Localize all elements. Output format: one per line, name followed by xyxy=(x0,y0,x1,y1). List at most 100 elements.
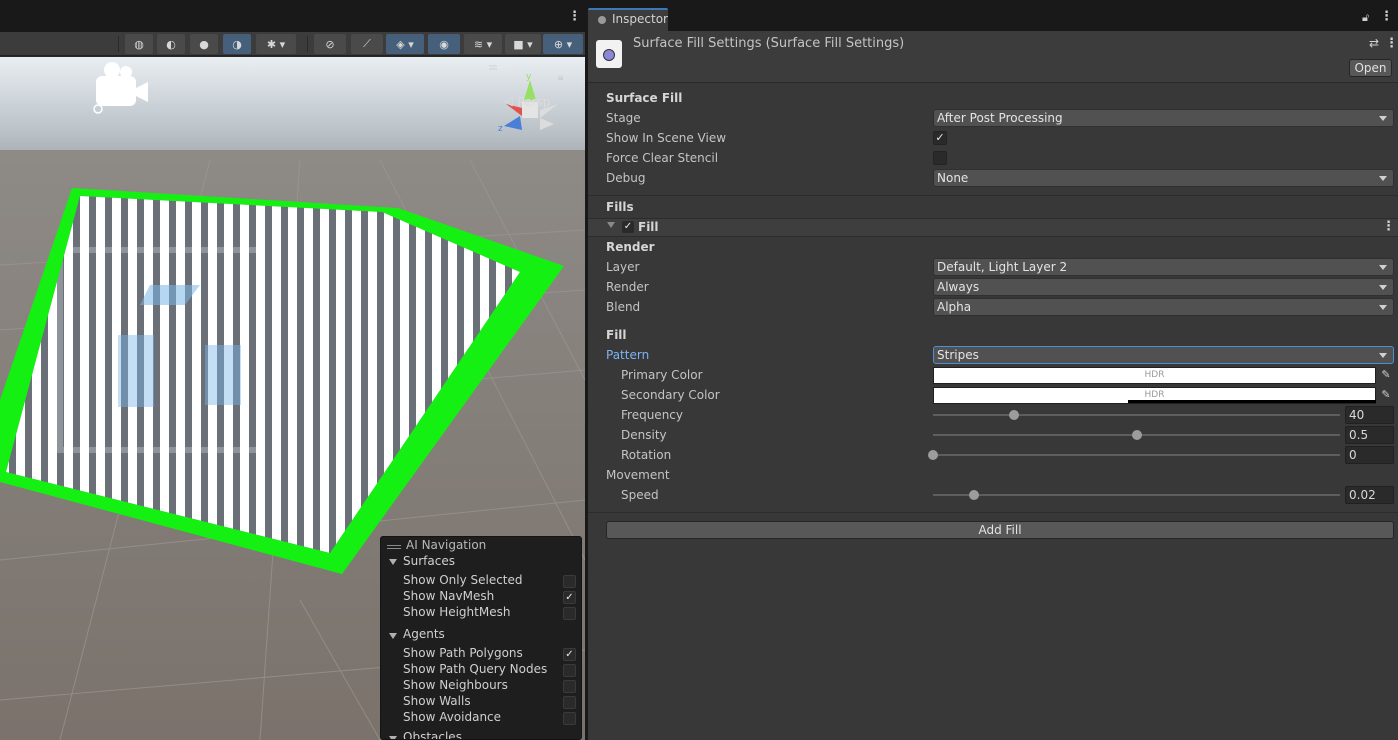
rotation-slider-knob[interactable] xyxy=(928,450,938,460)
density-field[interactable]: 0.5 xyxy=(1345,426,1394,444)
show-path-query-nodes-checkbox[interactable] xyxy=(563,664,576,677)
speed-field[interactable]: 0.02 xyxy=(1345,486,1394,504)
visibility-icon[interactable]: ◉ xyxy=(428,34,460,54)
add-fill-button[interactable]: Add Fill xyxy=(606,521,1394,539)
hdr-label: HDR xyxy=(1144,370,1165,380)
debug-dropdown[interactable]: None xyxy=(933,169,1394,187)
scene-menu-icon[interactable]: ⋮ xyxy=(568,9,581,24)
inspector-panel: Inspector 🔓︎ ⋮ Surface Fill Settings (Su… xyxy=(588,0,1398,740)
chevron-down-icon xyxy=(1379,265,1387,270)
show-walls-label: Show Walls xyxy=(403,694,471,708)
show-neighbours-checkbox[interactable] xyxy=(563,680,576,693)
lighting-icon[interactable]: ◑ xyxy=(223,34,251,54)
show-in-scene-view-checkbox[interactable]: ✓ xyxy=(933,131,947,145)
speed-slider-knob[interactable] xyxy=(968,490,979,500)
primary-color-label: Primary Color xyxy=(621,368,703,382)
stripe xyxy=(304,196,313,553)
globe-icon[interactable]: ◍ xyxy=(125,34,153,54)
layer-dropdown[interactable]: Default, Light Layer 2 xyxy=(933,258,1394,276)
fill-item-menu-icon[interactable]: ⋮ xyxy=(1382,219,1395,234)
fill-foldout-icon[interactable] xyxy=(607,222,615,228)
show-neighbours-label: Show Neighbours xyxy=(403,678,508,692)
layer-label: Layer xyxy=(606,260,640,274)
stripe xyxy=(336,196,345,553)
density-slider-knob[interactable] xyxy=(1131,430,1142,440)
gizmo-lock-icon[interactable]: 🔒︎ xyxy=(558,72,563,83)
show-only-selected-label: Show Only Selected xyxy=(403,573,523,587)
speed-slider[interactable] xyxy=(933,494,1340,496)
primary-color-field[interactable]: HDR xyxy=(933,367,1376,384)
obstacles-section-label[interactable]: Obstacles xyxy=(403,730,462,739)
show-heightmesh-checkbox[interactable] xyxy=(563,607,576,620)
show-path-polygons-checkbox[interactable]: ✓ xyxy=(563,648,576,661)
bug-icon[interactable]: ✱ ▾ xyxy=(256,34,296,54)
blend-dropdown[interactable]: Alpha xyxy=(933,298,1394,316)
presets-icon[interactable]: ⇄ xyxy=(1369,36,1379,50)
show-only-selected-checkbox[interactable] xyxy=(563,575,576,588)
asset-menu-icon[interactable]: ⋮ xyxy=(1385,36,1398,51)
frequency-slider-knob[interactable] xyxy=(1009,410,1020,420)
show-walls-checkbox[interactable] xyxy=(563,696,576,709)
inspector-menu-icon[interactable]: ⋮ xyxy=(1380,9,1393,24)
camera-icon[interactable]: ■ ▾ xyxy=(505,34,541,54)
info-icon xyxy=(598,16,606,24)
stripe xyxy=(320,196,329,553)
pattern-label: Pattern xyxy=(606,348,650,362)
blend-label: Blend xyxy=(606,300,641,314)
fx-off-icon[interactable]: ⊘ xyxy=(314,34,346,54)
show-avoidance-checkbox[interactable] xyxy=(563,712,576,725)
render-header: Render xyxy=(606,240,655,254)
svg-text:y: y xyxy=(526,72,532,82)
divider xyxy=(588,195,1398,196)
fill-header: Fill xyxy=(606,328,627,342)
pattern-dropdown[interactable]: Stripes xyxy=(933,346,1394,364)
agents-foldout-icon[interactable] xyxy=(389,633,397,639)
stage-dropdown[interactable]: After Post Processing xyxy=(933,109,1394,127)
persp-label[interactable]: ⩤ Persp xyxy=(504,95,550,110)
frequency-field[interactable]: 40 xyxy=(1345,406,1394,424)
inspector-tab-bar: Inspector 🔓︎ ⋮ xyxy=(588,0,1398,31)
show-heightmesh-label: Show HeightMesh xyxy=(403,605,511,619)
stage-value: After Post Processing xyxy=(937,111,1063,125)
stripe xyxy=(240,196,249,553)
scene-view-panel: ⋮ ◍ ◐ ● ◑ ✱ ▾ ⊘ ⟋ ◈ ▾ ◉ ≋ ▾ ■ ▾ ⊕ ▾ y z … xyxy=(0,0,585,740)
persp-text: Persp xyxy=(517,95,551,109)
frequency-slider[interactable] xyxy=(933,414,1340,416)
hdr-label: HDR xyxy=(1144,390,1165,400)
scene-toolbar: ◍ ◐ ● ◑ ✱ ▾ ⊘ ⟋ ◈ ▾ ◉ ≋ ▾ ■ ▾ ⊕ ▾ xyxy=(0,32,585,56)
gizmo-line-icon[interactable]: ⟋ xyxy=(351,34,383,54)
eyedropper-icon[interactable]: ✎ xyxy=(1379,368,1393,382)
chevron-down-icon xyxy=(1379,116,1387,121)
lock-icon[interactable]: 🔓︎ xyxy=(1362,11,1369,25)
sphere-icon[interactable]: ● xyxy=(190,34,218,54)
layers-icon[interactable]: ◈ ▾ xyxy=(386,34,424,54)
surfaces-section-label[interactable]: Surfaces xyxy=(403,554,455,568)
gizmos-icon[interactable]: ⊕ ▾ xyxy=(543,34,583,54)
rotation-field[interactable]: 0 xyxy=(1345,446,1394,464)
tab-inspector[interactable]: Inspector xyxy=(588,8,668,31)
shading-icon[interactable]: ◐ xyxy=(157,34,185,54)
fill-enabled-checkbox[interactable]: ✓ xyxy=(622,221,634,233)
chevron-down-icon xyxy=(1379,353,1387,358)
force-clear-stencil-label: Force Clear Stencil xyxy=(606,151,719,165)
show-navmesh-checkbox[interactable]: ✓ xyxy=(563,591,576,604)
secondary-color-field[interactable]: HDR xyxy=(933,387,1376,404)
stack-icon[interactable]: ≋ ▾ xyxy=(464,34,502,54)
surfaces-foldout-icon[interactable] xyxy=(389,559,397,565)
alpha-bar xyxy=(1128,400,1376,403)
scene-tab-bar: ⋮ xyxy=(0,0,585,32)
debug-label: Debug xyxy=(606,171,646,185)
render-dropdown[interactable]: Always xyxy=(933,278,1394,296)
obstacles-foldout-icon[interactable] xyxy=(389,736,397,739)
fill-item-header[interactable]: ✓ Fill ⋮ xyxy=(588,218,1398,237)
rotation-slider[interactable] xyxy=(933,454,1340,456)
force-clear-stencil-checkbox[interactable] xyxy=(933,151,947,165)
tab-inspector-label: Inspector xyxy=(612,12,668,26)
secondary-color-label: Secondary Color xyxy=(621,388,720,402)
show-path-polygons-label: Show Path Polygons xyxy=(403,646,523,660)
eyedropper-icon[interactable]: ✎ xyxy=(1379,388,1393,402)
agents-section-label[interactable]: Agents xyxy=(403,627,445,641)
drag-handle-icon[interactable] xyxy=(387,545,401,546)
surface-fill-header: Surface Fill xyxy=(606,91,683,105)
open-button[interactable]: Open xyxy=(1349,59,1392,77)
